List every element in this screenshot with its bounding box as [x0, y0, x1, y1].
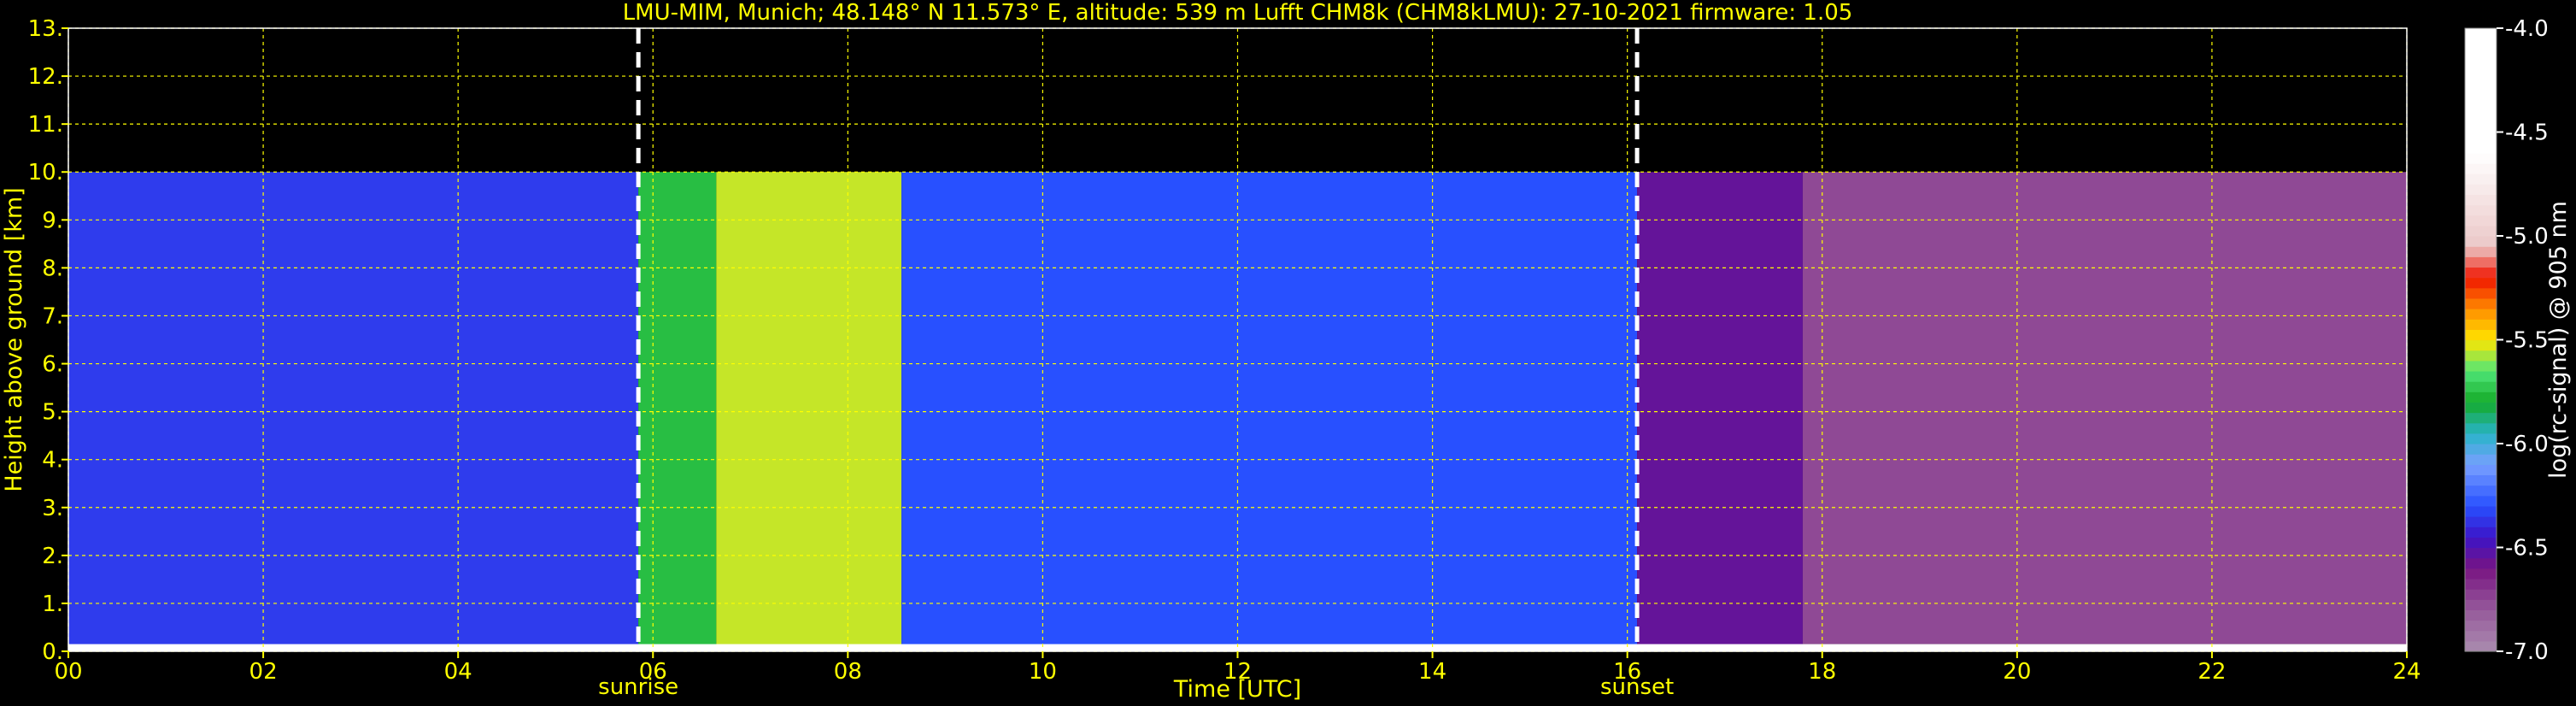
y-tick-label: 3. — [42, 496, 63, 521]
colorbar-segment — [2465, 246, 2497, 257]
y-tick-label: 9. — [42, 208, 63, 233]
x-tick-label: 10 — [1029, 659, 1057, 685]
colorbar-segment — [2465, 412, 2497, 424]
colorbar-segment — [2465, 568, 2497, 580]
colorbar-segment — [2465, 49, 2497, 61]
colorbar-tick-label: -7.0 — [2505, 639, 2549, 665]
colorbar-segment — [2465, 464, 2497, 476]
colorbar-segment — [2465, 267, 2497, 279]
colorbar-segment — [2465, 236, 2497, 247]
y-axis-label: Height above ground [km] — [1, 187, 27, 491]
colorbar-segment — [2465, 329, 2497, 341]
colorbar-tick-label: -6.5 — [2505, 536, 2549, 562]
colorbar-tick-label: -5.5 — [2505, 328, 2549, 354]
colorbar-segment — [2465, 297, 2497, 309]
heatmap-cell — [68, 172, 639, 651]
colorbar-segment — [2465, 142, 2497, 154]
colorbar-segment — [2465, 162, 2497, 174]
colorbar-segment — [2465, 360, 2497, 372]
colorbar-segment — [2465, 620, 2497, 632]
chart-title: LMU-MIM, Munich; 48.148° N 11.573° E, al… — [623, 0, 1853, 26]
colorbar-segment — [2465, 630, 2497, 642]
colorbar-segment — [2465, 256, 2497, 268]
y-tick-label: 4. — [42, 448, 63, 474]
colorbar-segment — [2465, 90, 2497, 102]
y-tick-label: 2. — [42, 544, 63, 569]
colorbar-segment — [2465, 194, 2497, 206]
colorbar-segment — [2465, 277, 2497, 289]
colorbar-segment — [2465, 547, 2497, 559]
x-axis-label: Time [UTC] — [1173, 676, 1301, 703]
x-tick-label: 24 — [2392, 659, 2421, 685]
y-tick-label: 10. — [28, 160, 63, 185]
colorbar-segment — [2465, 391, 2497, 403]
colorbar-segment — [2465, 422, 2497, 434]
colorbar-segment — [2465, 381, 2497, 392]
y-tick-label: 8. — [42, 256, 63, 281]
colorbar-segment — [2465, 495, 2497, 507]
colorbar-segment — [2465, 432, 2497, 444]
colorbar-segment — [2465, 557, 2497, 569]
colorbar-segment — [2465, 79, 2497, 91]
colorbar-segment — [2465, 444, 2497, 455]
colorbar-segment — [2465, 215, 2497, 227]
colorbar-segment — [2465, 319, 2497, 330]
colorbar-segment — [2465, 516, 2497, 527]
colorbar-segment — [2465, 121, 2497, 133]
colorbar-segment — [2465, 69, 2497, 81]
colorbar-tick-label: -6.0 — [2505, 432, 2549, 457]
x-tick-label: 14 — [1418, 659, 1446, 685]
colorbar-segment — [2465, 59, 2497, 71]
colorbar-segment — [2465, 505, 2497, 517]
colorbar-segment — [2465, 101, 2497, 112]
y-tick-label: 7. — [42, 303, 63, 329]
y-tick-label: 13. — [28, 16, 63, 42]
x-tick-label: 04 — [444, 659, 472, 685]
colorbar-segment — [2465, 527, 2497, 538]
colorbar-segment — [2465, 174, 2497, 185]
colorbar-segment — [2465, 589, 2497, 600]
x-tick-label: 16 — [1613, 659, 1641, 685]
y-tick-label: 11. — [28, 112, 63, 138]
colorbar-segment — [2465, 578, 2497, 590]
colorbar-segment — [2465, 111, 2497, 122]
colorbar-segment — [2465, 132, 2497, 144]
colorbar-segment — [2465, 370, 2497, 382]
x-tick-label: 02 — [249, 659, 278, 685]
x-tick-label: 20 — [2003, 659, 2031, 685]
colorbar-segment — [2465, 474, 2497, 486]
colorbar-segment — [2465, 609, 2497, 621]
colorbar-segment — [2465, 309, 2497, 320]
x-tick-label: 08 — [834, 659, 862, 685]
colorbar-segment — [2465, 339, 2497, 351]
colorbar-segment — [2465, 152, 2497, 164]
y-tick-label: 0. — [42, 639, 63, 665]
x-tick-label: 18 — [1808, 659, 1836, 685]
colorbar-tick-label: -5.0 — [2505, 224, 2549, 250]
x-tick-label: 22 — [2198, 659, 2226, 685]
colorbar-tick-label: -4.5 — [2505, 121, 2549, 146]
ceilometer-chart: LMU-MIM, Munich; 48.148° N 11.573° E, al… — [0, 0, 2576, 706]
colorbar-segment — [2465, 287, 2497, 299]
colorbar-segment — [2465, 28, 2497, 39]
y-tick-label: 5. — [42, 400, 63, 426]
colorbar-tick-label: -4.0 — [2505, 16, 2549, 42]
colorbar-segment — [2465, 402, 2497, 414]
colorbar-segment — [2465, 454, 2497, 465]
colorbar-segment — [2465, 350, 2497, 362]
colorbar-segment — [2465, 599, 2497, 610]
colorbar-segment — [2465, 225, 2497, 237]
y-tick-label: 12. — [28, 64, 63, 90]
colorbar-segment — [2465, 38, 2497, 50]
colorbar-segment — [2465, 184, 2497, 195]
colorbar-segment — [2465, 537, 2497, 549]
heatmap-cell — [1802, 172, 2407, 644]
colorbar-segment — [2465, 640, 2497, 652]
y-tick-label: 6. — [42, 352, 63, 378]
colorbar-label: log(rc-signal) @ 905 nm — [2545, 201, 2572, 479]
x-tick-label: 06 — [639, 659, 667, 685]
colorbar-segment — [2465, 204, 2497, 216]
colorbar-segment — [2465, 485, 2497, 497]
y-tick-label: 1. — [42, 591, 63, 617]
